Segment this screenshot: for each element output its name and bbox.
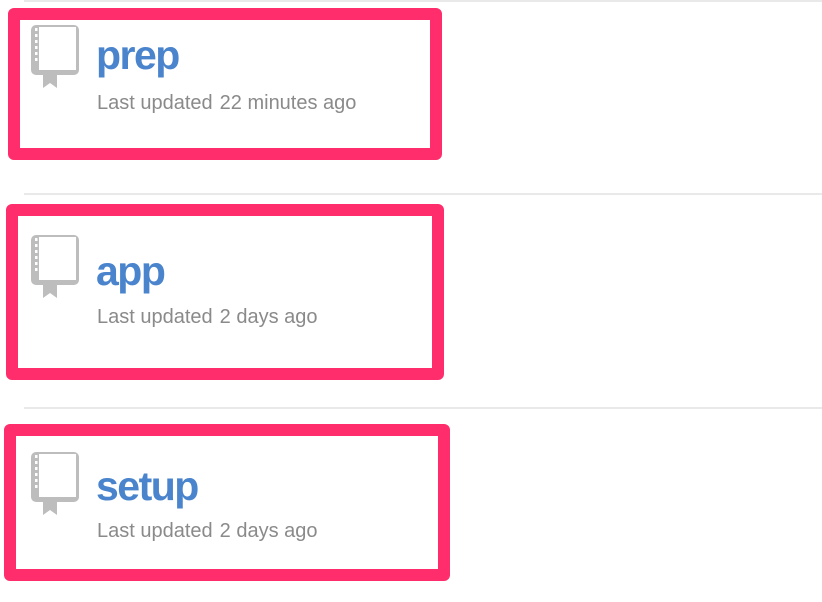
repository-link[interactable]: app <box>96 246 166 296</box>
last-updated: Last updated 22 minutes ago <box>97 91 356 115</box>
list-divider <box>24 193 822 195</box>
last-updated: Last updated 2 days ago <box>97 305 318 329</box>
last-updated-value: 22 minutes ago <box>219 92 357 114</box>
list-divider <box>24 407 822 409</box>
last-updated: Last updated 2 days ago <box>97 519 318 543</box>
repository-item: setup Last updated 2 days ago <box>0 424 822 581</box>
last-updated-label: Last updated <box>97 520 213 542</box>
repository-item: app Last updated 2 days ago <box>0 204 822 380</box>
repository-link[interactable]: prep <box>96 30 180 80</box>
book-icon <box>31 235 79 298</box>
book-icon <box>31 25 79 88</box>
repository-item: prep Last updated 22 minutes ago <box>0 8 822 160</box>
book-icon <box>31 452 79 515</box>
last-updated-label: Last updated <box>97 306 213 328</box>
last-updated-value: 2 days ago <box>219 520 318 542</box>
list-divider <box>24 0 822 2</box>
repository-link[interactable]: setup <box>96 461 199 511</box>
last-updated-value: 2 days ago <box>219 306 318 328</box>
last-updated-label: Last updated <box>97 92 213 114</box>
